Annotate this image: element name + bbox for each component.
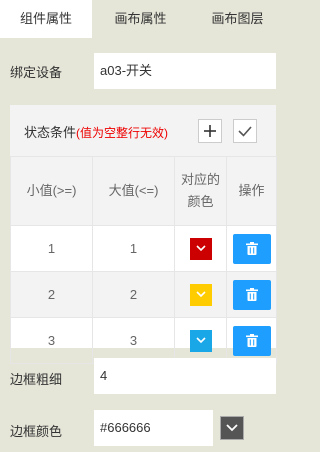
tab-bar: 组件属性 画布属性 画布图层: [0, 0, 286, 38]
bind-device-field[interactable]: a03-开关: [94, 53, 276, 89]
plus-icon: [204, 125, 216, 137]
add-condition-button[interactable]: [198, 119, 222, 143]
border-color-field[interactable]: #666666: [94, 410, 213, 446]
chevron-down-icon: [195, 290, 206, 297]
state-condition-header: 状态条件(值为空整行无效): [10, 105, 276, 156]
action-header: 操作: [226, 156, 277, 226]
trash-icon: [245, 333, 258, 347]
table-row: 3 3: [10, 317, 277, 364]
delete-row-button[interactable]: [232, 279, 271, 310]
max-value-header: 大值(<=): [92, 156, 175, 226]
max-value-cell[interactable]: 2: [92, 271, 175, 318]
border-width-label: 边框粗细: [10, 372, 63, 387]
min-value-cell[interactable]: 1: [10, 225, 93, 272]
check-icon: [238, 126, 252, 137]
delete-row-button[interactable]: [232, 233, 271, 264]
color-cell: [174, 271, 227, 318]
state-condition-note: (值为空整行无效): [76, 126, 169, 140]
min-value-cell[interactable]: 2: [10, 271, 93, 318]
tab-canvas-properties[interactable]: 画布属性: [92, 0, 189, 38]
bind-device-label: 绑定设备: [10, 65, 63, 80]
tab-component-properties[interactable]: 组件属性: [0, 0, 92, 38]
state-condition-title-wrap: 状态条件(值为空整行无效): [24, 122, 168, 141]
color-cell: [174, 225, 227, 272]
trash-icon: [245, 241, 258, 255]
max-value-cell[interactable]: 3: [92, 317, 175, 364]
color-swatch-button[interactable]: [189, 329, 212, 352]
border-color-label: 边框颜色: [10, 424, 63, 439]
delete-row-button[interactable]: [232, 325, 271, 356]
condition-table-header: 小值(>=) 大值(<=) 对应的颜色 操作: [10, 156, 277, 226]
state-condition-panel: 状态条件(值为空整行无效) 小值(>=) 大值(<=) 对应的 颜色 操作 1 …: [10, 105, 277, 364]
state-condition-title: 状态条件: [24, 125, 77, 140]
action-cell: [226, 271, 277, 318]
color-header-line1: 对应的: [180, 172, 220, 187]
border-width-field[interactable]: 4: [94, 358, 276, 394]
action-cell: [226, 225, 277, 272]
color-swatch-button[interactable]: [189, 237, 212, 260]
color-header: 对应的 颜色: [174, 156, 227, 226]
table-row: 2 2: [10, 271, 277, 318]
min-value-header: 小值(>=): [10, 156, 93, 226]
tab-canvas-layers[interactable]: 画布图层: [189, 0, 286, 38]
chevron-down-icon: [195, 336, 206, 343]
trash-icon: [245, 287, 258, 301]
chevron-down-icon: [226, 424, 238, 432]
table-row: 1 1: [10, 225, 277, 272]
color-header-line2: 颜色: [187, 194, 214, 209]
confirm-condition-button[interactable]: [233, 119, 257, 143]
color-swatch-button[interactable]: [189, 283, 212, 306]
border-color-picker-button[interactable]: [220, 416, 244, 440]
chevron-down-icon: [195, 244, 206, 251]
condition-table: 小值(>=) 大值(<=) 对应的 颜色 操作 1 1 2 2 3 3: [10, 156, 277, 364]
min-value-cell[interactable]: 3: [10, 317, 93, 364]
action-cell: [226, 317, 277, 364]
max-value-cell[interactable]: 1: [92, 225, 175, 272]
color-cell: [174, 317, 227, 364]
